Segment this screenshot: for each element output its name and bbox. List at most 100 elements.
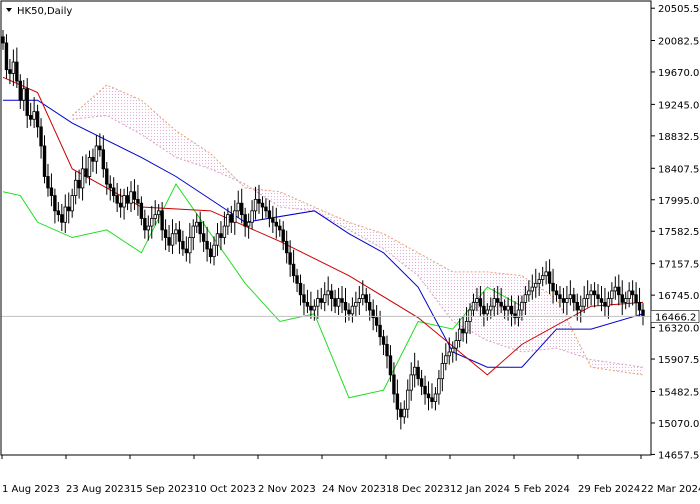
chart-title: HK50,Daily: [17, 6, 72, 17]
candle-body: [329, 290, 334, 299]
candle-body: [634, 294, 638, 303]
candle-body: [406, 389, 410, 410]
candle-body: [596, 294, 600, 299]
candle-body: [444, 355, 448, 364]
candle-body: [637, 301, 642, 311]
candle-body: [606, 298, 611, 307]
price-tick-label: 20505.5: [658, 4, 699, 15]
candle-body: [388, 355, 393, 376]
candle-body: [91, 157, 95, 162]
candle-body: [440, 363, 445, 380]
candle-body: [530, 286, 534, 292]
candle-body: [229, 214, 234, 223]
candle-body: [25, 88, 29, 116]
candle-body: [492, 298, 496, 307]
candle-body: [181, 240, 185, 250]
candle-body: [274, 221, 278, 227]
candle-body: [184, 248, 189, 254]
candle-body: [347, 309, 351, 315]
candle-body: [8, 69, 12, 74]
candle-body: [547, 271, 552, 284]
candle-body: [554, 290, 559, 296]
candle-body: [447, 351, 451, 357]
candle-body: [28, 115, 33, 120]
candle-body: [572, 294, 576, 303]
candle-body: [108, 183, 112, 189]
candle-body: [267, 210, 272, 219]
candle-body: [1, 36, 5, 44]
candle-body: [42, 145, 47, 177]
candle-body: [540, 275, 545, 280]
candle-body: [302, 294, 306, 303]
candle-body: [115, 195, 119, 204]
chart-svg[interactable]: 20505.5 20082.5 19670.0 19245.0 18832.5 18407…: [0, 0, 700, 500]
candle-body: [454, 340, 458, 349]
candle-body: [592, 290, 597, 296]
candle-body: [298, 282, 303, 296]
price-axis: 20505.5 20082.5 19670.0 19245.0 18832.5 18407…: [651, 4, 699, 461]
candle-body: [264, 206, 268, 212]
candle-body: [222, 225, 227, 238]
candle-body: [67, 206, 71, 212]
price-tick-label: 15907.5: [658, 355, 699, 366]
candle-body: [253, 198, 258, 212]
candle-body: [295, 275, 299, 284]
candle-body: [374, 317, 379, 326]
candle-body: [215, 233, 220, 246]
candle-body: [624, 298, 628, 303]
candle-body: [77, 179, 81, 189]
candle-body: [499, 301, 503, 307]
candle-body: [482, 305, 486, 315]
price-tick-label: 19670.0: [658, 68, 699, 79]
candle-body: [354, 301, 358, 307]
candle-body: [603, 301, 607, 307]
candle-body: [381, 336, 386, 345]
candle-body: [527, 290, 531, 296]
price-tick-label: 20082.5: [658, 36, 699, 47]
chart-background: [0, 0, 700, 500]
candle-body: [378, 324, 382, 338]
candle-body: [167, 237, 171, 246]
candle-body: [63, 206, 67, 223]
price-tick-label: 19245.0: [658, 100, 699, 111]
candle-body: [437, 378, 441, 395]
time-tick-label: 15 Sep 2023: [130, 484, 193, 495]
candle-body: [278, 225, 282, 231]
candle-body: [568, 294, 573, 299]
candle-body: [399, 408, 403, 418]
candle-body: [551, 282, 555, 292]
candle-body: [291, 263, 296, 277]
candle-body: [201, 233, 206, 242]
candle-body: [87, 157, 92, 177]
chart-container[interactable]: 20505.5 20082.5 19670.0 19245.0 18832.5 18407…: [0, 0, 700, 500]
candle-body: [170, 233, 175, 246]
candle-body: [343, 301, 348, 311]
candle-body: [39, 126, 43, 147]
candle-body: [281, 229, 285, 242]
candle-body: [156, 210, 161, 216]
candle-body: [409, 374, 413, 391]
candle-body: [419, 378, 424, 387]
candle-body: [60, 214, 64, 223]
candle-body: [509, 305, 514, 315]
candle-body: [118, 202, 123, 208]
candle-body: [433, 393, 438, 402]
time-tick-label: 29 Feb 2024: [578, 484, 640, 495]
candle-body: [226, 214, 230, 227]
price-tick-label: 16320.0: [658, 324, 699, 335]
candle-body: [589, 290, 593, 296]
current-price-value: 16466.2: [655, 312, 696, 323]
candle-body: [271, 218, 275, 223]
candle-body: [368, 301, 372, 311]
candle-body: [163, 229, 168, 238]
candle-body: [35, 111, 40, 128]
candle-body: [333, 298, 337, 307]
price-tick-label: 15070.0: [658, 419, 699, 430]
candle-body: [112, 187, 116, 196]
price-tick-label: 15482.5: [658, 387, 699, 398]
candle-body: [630, 290, 635, 296]
candle-body: [565, 298, 569, 303]
candle-body: [385, 343, 389, 357]
time-tick-label: 23 Aug 2023: [66, 484, 130, 495]
candle-body: [537, 279, 541, 284]
